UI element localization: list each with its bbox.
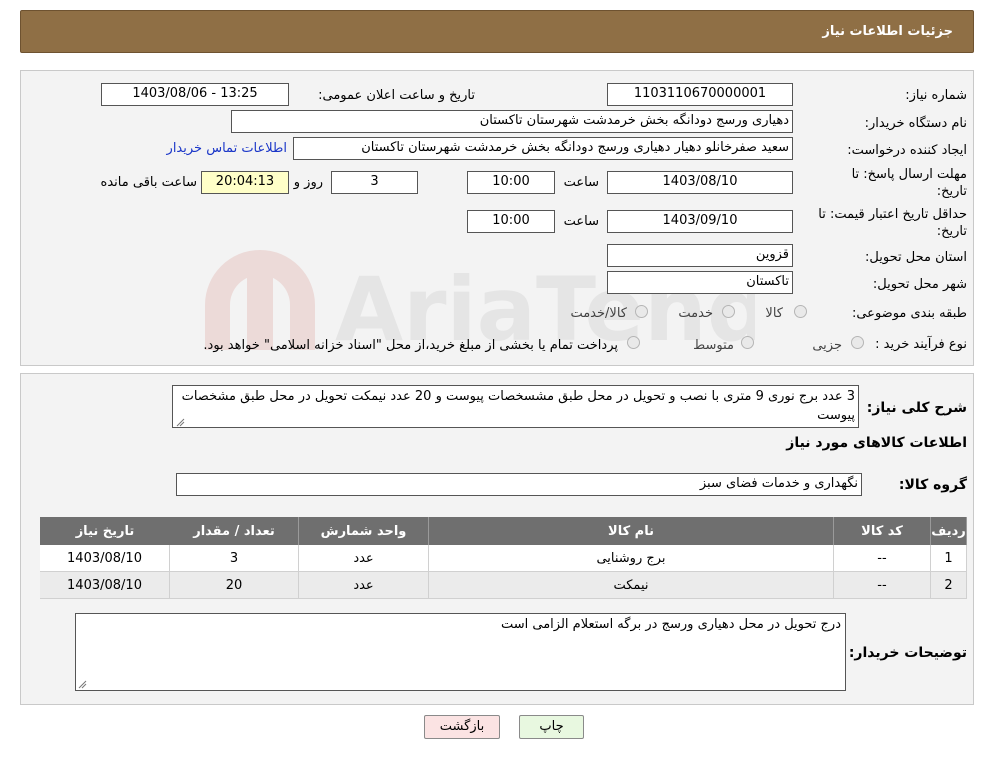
deadline-date-field: 1403/08/10 [607, 171, 793, 194]
province-label: استان محل تحویل: [865, 250, 967, 265]
print-button[interactable]: چاپ [519, 715, 584, 739]
col-unit: واحد شمارش [299, 517, 429, 545]
price-validity-label: حداقل تاریخ اعتبار قیمت: تا [818, 207, 967, 222]
cell-unit: عدد [299, 545, 429, 572]
need-summary-label: شرح کلی نیاز: [866, 400, 967, 416]
process-medium-radio[interactable] [741, 336, 754, 349]
cell-row: 2 [931, 572, 967, 599]
category-goods-radio[interactable] [794, 305, 807, 318]
city-field: تاکستان [607, 271, 793, 294]
need-number-label: شماره نیاز: [905, 88, 967, 103]
need-summary-textarea[interactable]: 3 عدد برج نوری 9 متری با نصب و تحویل در … [172, 385, 859, 428]
need-summary-text: 3 عدد برج نوری 9 متری با نصب و تحویل در … [181, 389, 855, 423]
buyer-notes-label: توضیحات خریدار: [848, 645, 967, 661]
cell-date: 1403/08/10 [40, 545, 170, 572]
days-word: روز و [293, 175, 323, 190]
price-validity-label-date: تاریخ: [936, 224, 967, 239]
deadline-time-label: ساعت [563, 175, 599, 190]
process-minor-label: جزیی [812, 338, 842, 353]
page-title: جزئیات اطلاعات نیاز [822, 24, 953, 39]
process-medium-label: متوسط [693, 338, 734, 353]
category-goods-service-label: کالا/خدمت [570, 306, 627, 321]
goods-table-header: ردیف کد کالا نام کالا واحد شمارش تعداد /… [40, 517, 967, 545]
category-label: طبقه بندی موضوعی: [851, 306, 967, 321]
resize-grip-icon[interactable] [77, 678, 87, 689]
cell-name: نیمکت [429, 572, 834, 599]
goods-group-field: نگهداری و خدمات فضای سبز [176, 473, 862, 496]
resize-grip-icon[interactable] [175, 416, 185, 427]
category-goods-label: کالا [765, 306, 783, 321]
category-service-radio[interactable] [722, 305, 735, 318]
treasury-payment-checkbox[interactable] [627, 336, 640, 349]
announce-label: تاریخ و ساعت اعلان عمومی: [318, 88, 475, 103]
col-qty: تعداد / مقدار [170, 517, 299, 545]
process-label: نوع فرآیند خرید : [875, 337, 967, 352]
buyer-notes-textarea[interactable]: درج تحویل در محل دهیاری ورسج در برگه است… [75, 613, 846, 691]
buyer-contact-link[interactable]: اطلاعات تماس خریدار [167, 141, 287, 156]
remaining-time-field: 20:04:13 [201, 171, 289, 194]
page-header: جزئیات اطلاعات نیاز [20, 10, 974, 53]
validity-time-field: 10:00 [467, 210, 555, 233]
cell-unit: عدد [299, 572, 429, 599]
buyer-org-label: نام دستگاه خریدار: [864, 116, 967, 131]
remaining-word: ساعت باقی مانده [100, 175, 197, 190]
city-label: شهر محل تحویل: [872, 277, 967, 292]
province-field: قزوین [607, 244, 793, 267]
deadline-label-date: تاریخ: [936, 184, 967, 199]
validity-date-field: 1403/09/10 [607, 210, 793, 233]
goods-section-title: اطلاعات کالاهای مورد نیاز [786, 435, 967, 451]
need-number-field: 1103110670000001 [607, 83, 793, 106]
cell-date: 1403/08/10 [40, 572, 170, 599]
process-minor-radio[interactable] [851, 336, 864, 349]
col-name: نام کالا [429, 517, 834, 545]
cell-name: برج روشنایی [429, 545, 834, 572]
requester-label: ایجاد کننده درخواست: [847, 143, 967, 158]
col-code: کد کالا [834, 517, 931, 545]
goods-table-wrapper: ردیف کد کالا نام کالا واحد شمارش تعداد /… [40, 517, 967, 599]
days-remaining-field: 3 [331, 171, 418, 194]
buyer-org-field: دهیاری ورسج دودانگه بخش خرمدشت شهرستان ت… [231, 110, 793, 133]
announce-datetime-field: 1403/08/06 - 13:25 [101, 83, 289, 106]
table-row: 1 -- برج روشنایی عدد 3 1403/08/10 [40, 545, 967, 572]
back-button[interactable]: بازگشت [424, 715, 500, 739]
cell-row: 1 [931, 545, 967, 572]
cell-qty: 3 [170, 545, 299, 572]
category-service-label: خدمت [678, 306, 713, 321]
deadline-label: مهلت ارسال پاسخ: تا [851, 167, 967, 182]
goods-group-label: گروه کالا: [898, 477, 967, 493]
treasury-payment-note: پرداخت تمام یا بخشی از مبلغ خرید،از محل … [203, 338, 618, 353]
cell-qty: 20 [170, 572, 299, 599]
deadline-time-field: 10:00 [467, 171, 555, 194]
buyer-notes-text: درج تحویل در محل دهیاری ورسج در برگه است… [500, 617, 841, 632]
cell-code: -- [834, 545, 931, 572]
category-goods-service-radio[interactable] [635, 305, 648, 318]
goods-table: ردیف کد کالا نام کالا واحد شمارش تعداد /… [40, 517, 967, 599]
col-row: ردیف [931, 517, 967, 545]
cell-code: -- [834, 572, 931, 599]
validity-time-label: ساعت [563, 214, 599, 229]
requester-field: سعید صفرخانلو دهیار دهیاری ورسج دودانگه … [293, 137, 793, 160]
col-date: تاریخ نیاز [40, 517, 170, 545]
table-row: 2 -- نیمکت عدد 20 1403/08/10 [40, 572, 967, 599]
